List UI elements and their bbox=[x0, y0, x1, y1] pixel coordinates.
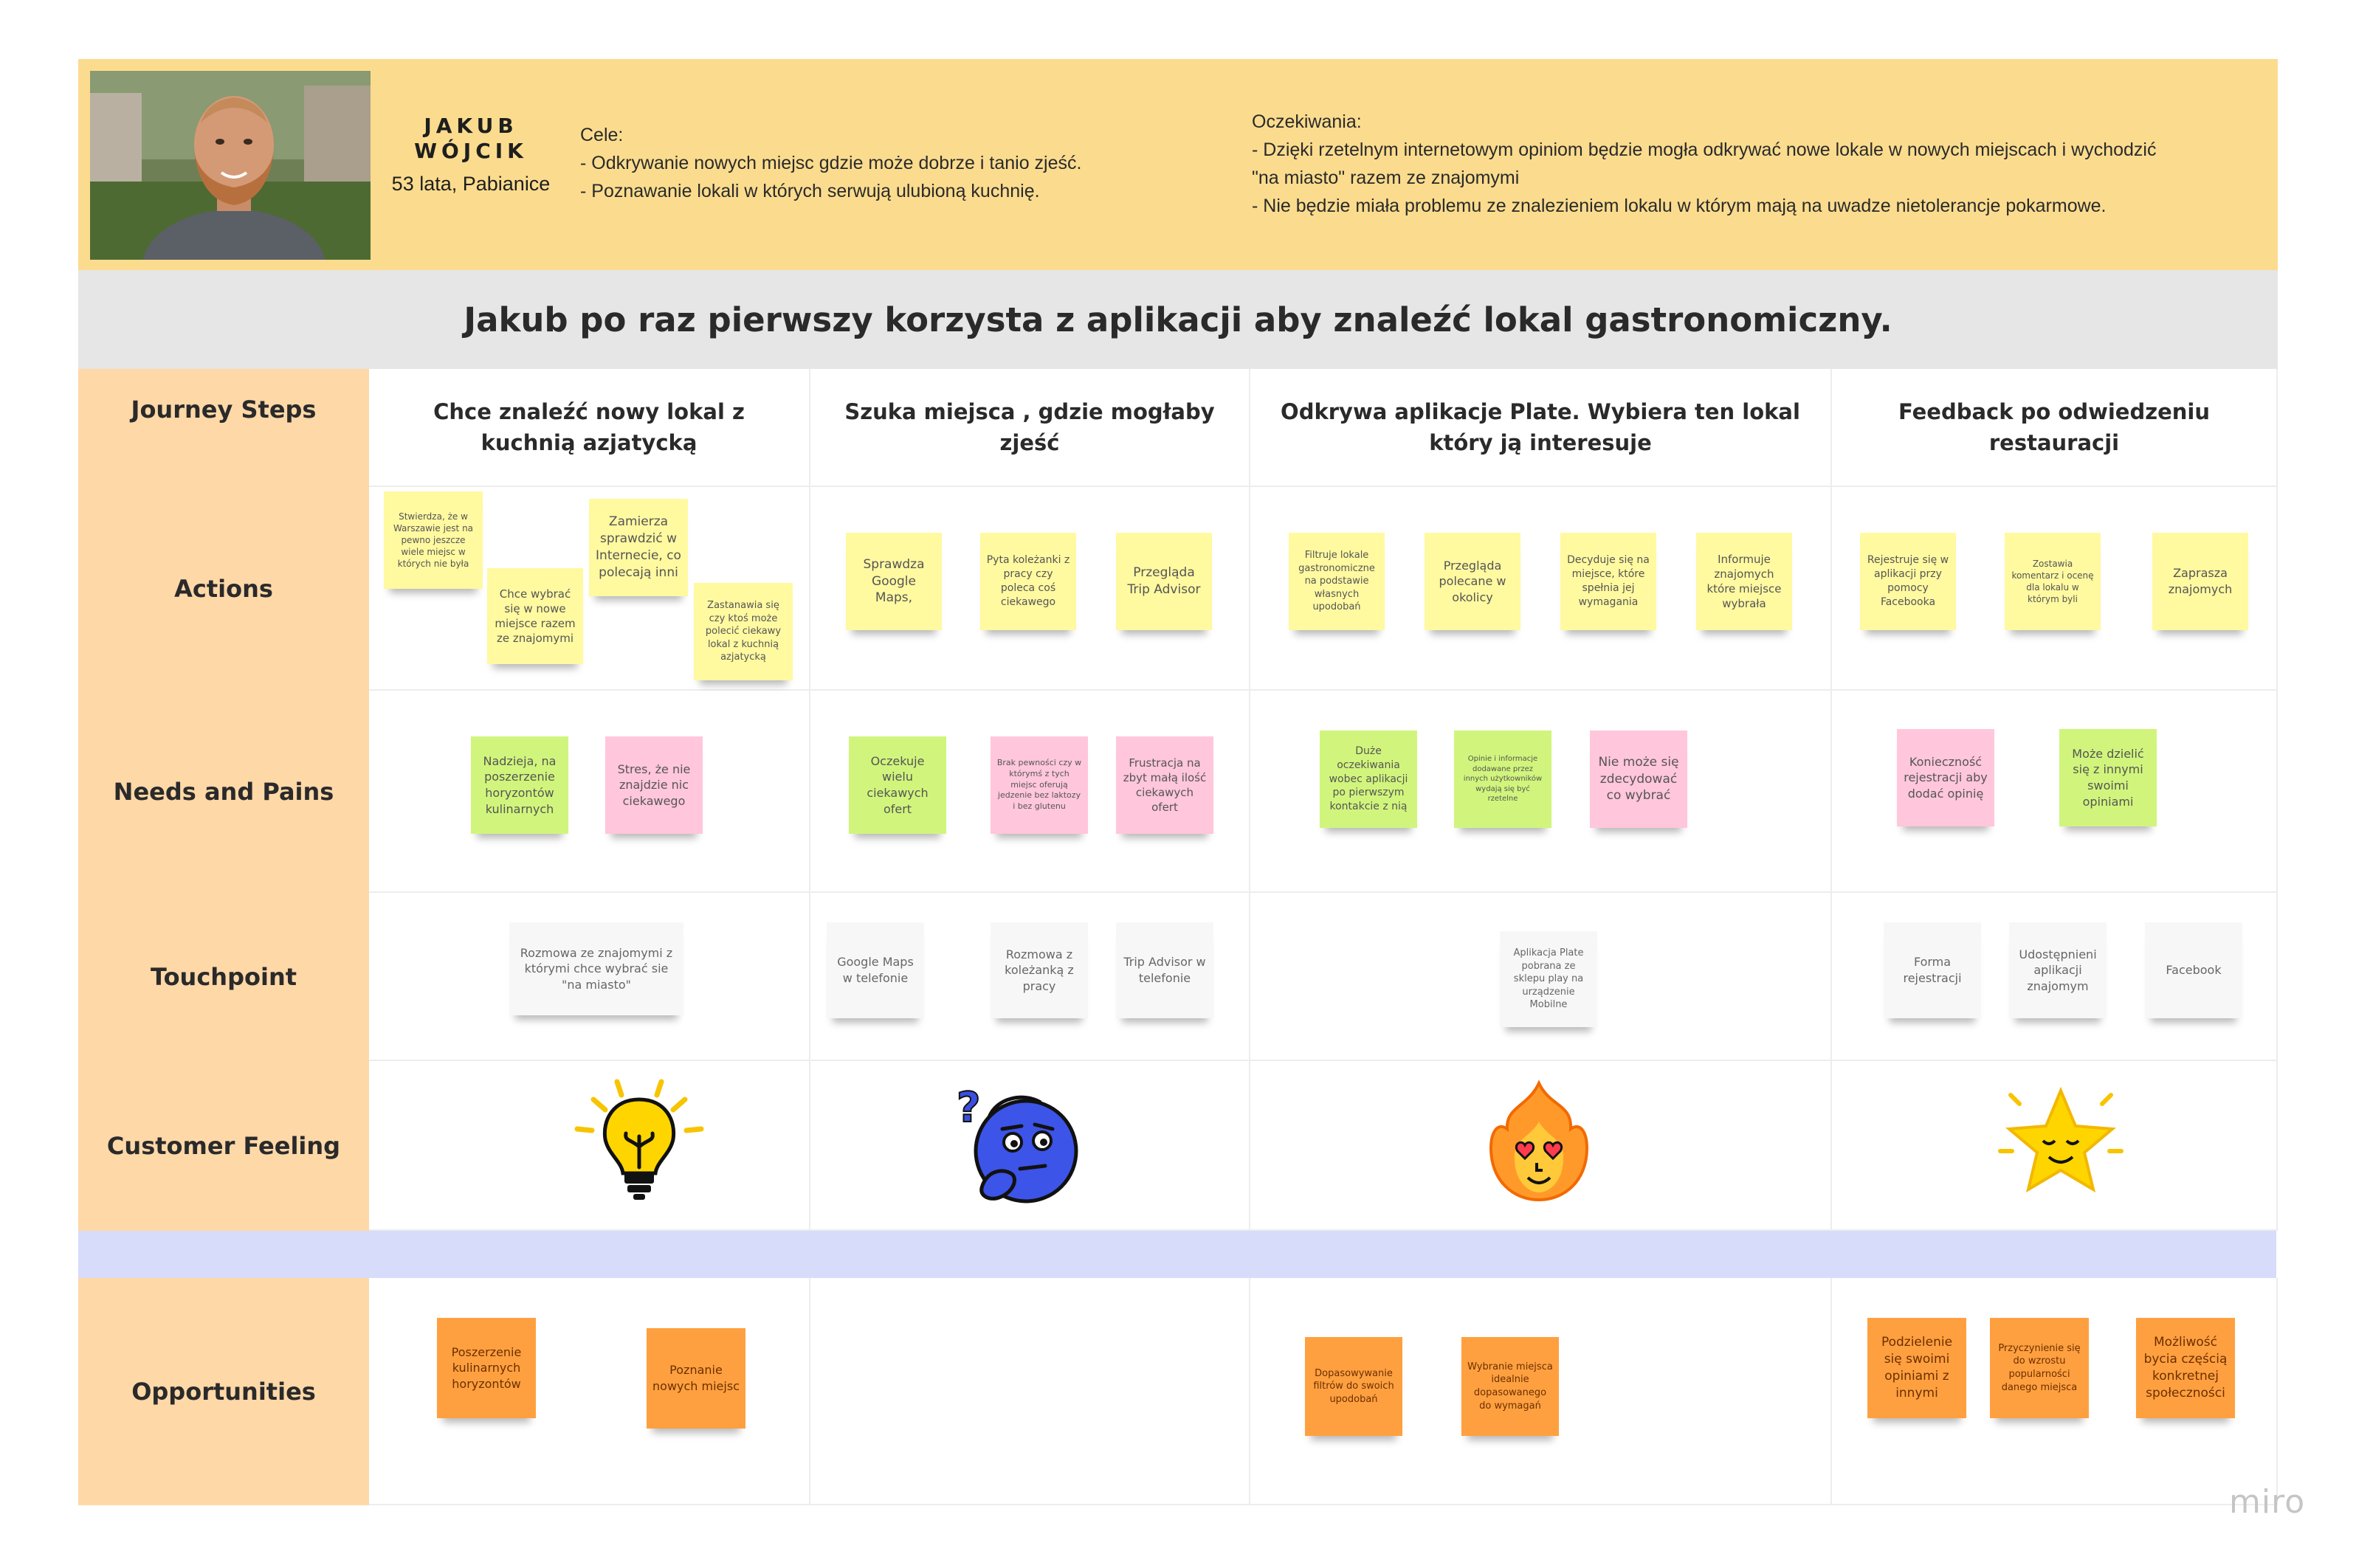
row-header-touchpoint: Touchpoint bbox=[78, 893, 369, 1061]
touchpoint-note[interactable]: Forma rejestracji bbox=[1884, 922, 1981, 1018]
persona-expectations: Oczekiwania: - Dzięki rzetelnym internet… bbox=[1252, 111, 2157, 216]
persona-photo bbox=[90, 71, 371, 260]
need-note[interactable]: Oczekuje wielu ciekawych ofert bbox=[849, 736, 946, 834]
persona-goals: Cele: - Odkrywanie nowych miejsc gdzie m… bbox=[580, 125, 1082, 201]
touchpoint-note[interactable]: Google Maps w telefonie bbox=[827, 922, 924, 1018]
persona-age-city: 53 lata, Pabianice bbox=[391, 173, 551, 195]
thinking-face-icon: ? bbox=[952, 1077, 1085, 1210]
lightbulb-icon bbox=[573, 1077, 706, 1210]
need-note[interactable]: Nadzieja, na poszerzenie horyzontów kuli… bbox=[471, 736, 568, 834]
separator-row-header bbox=[78, 1231, 369, 1278]
miro-logo: miro bbox=[2229, 1483, 2306, 1521]
row-header-customer-feeling: Customer Feeling bbox=[78, 1061, 369, 1231]
happy-star-icon bbox=[1994, 1077, 2127, 1210]
action-note[interactable]: Zamierza sprawdzić w Internecie, co pole… bbox=[589, 499, 688, 596]
pain-note[interactable]: Frustracja na zbyt małą ilość ciekawych … bbox=[1116, 736, 1213, 834]
step-3: Odkrywa aplikacje Plate. Wybiera ten lok… bbox=[1250, 369, 1832, 487]
opportunity-note[interactable]: Przyczynienie się do wzrostu popularnośc… bbox=[1990, 1318, 2089, 1418]
action-note[interactable]: Pyta koleżanki z pracy czy poleca coś ci… bbox=[980, 533, 1076, 630]
touchpoint-note[interactable]: Udostępnieni aplikacji znajomym bbox=[2009, 922, 2107, 1018]
action-note[interactable]: Rejestruje się w aplikacji przy pomocy F… bbox=[1860, 533, 1956, 630]
pain-note[interactable]: Konieczność rejestracji aby dodać opinię bbox=[1897, 729, 1994, 826]
action-note[interactable]: Decyduje się na miejsce, które spełnia j… bbox=[1560, 533, 1656, 630]
action-note[interactable]: Zastanawia się czy ktoś może polecić cie… bbox=[694, 583, 793, 680]
action-note[interactable]: Filtruje lokale gastronomiczne na podsta… bbox=[1289, 533, 1385, 630]
heart-eyes-fire-icon bbox=[1476, 1077, 1602, 1210]
cell-opps-2 bbox=[810, 1278, 1250, 1505]
journey-title: Jakub po raz pierwszy korzysta z aplikac… bbox=[464, 300, 1892, 339]
opportunity-note[interactable]: Dopasowywanie filtrów do swoich upodobań bbox=[1305, 1337, 1402, 1436]
action-note[interactable]: Zaprasza znajomych bbox=[2152, 533, 2248, 630]
touchpoint-note[interactable]: Facebook bbox=[2145, 922, 2242, 1018]
touchpoint-note[interactable]: Rozmowa ze znajomymi z którymi chce wybr… bbox=[509, 922, 683, 1015]
action-note[interactable]: Chce wybrać się w nowe miejsce razem ze … bbox=[487, 568, 583, 664]
step-1: Chce znaleźć nowy lokal z kuchnią azjaty… bbox=[369, 369, 810, 487]
touchpoint-note[interactable]: Trip Advisor w telefonie bbox=[1116, 922, 1213, 1018]
action-note[interactable]: Przegląda Trip Advisor bbox=[1116, 533, 1212, 630]
opportunity-note[interactable]: Podzielenie się swoimi opiniami z innymi bbox=[1867, 1318, 1966, 1418]
row-header-actions: Actions bbox=[78, 487, 369, 691]
opportunity-note[interactable]: Wybranie miejsca idealnie dopasowanego d… bbox=[1461, 1337, 1559, 1436]
title-bar: Jakub po raz pierwszy korzysta z aplikac… bbox=[78, 270, 2278, 369]
need-note[interactable]: Duże oczekiwania wobec aplikacji po pier… bbox=[1320, 731, 1417, 828]
row-header-journey-steps: Journey Steps bbox=[78, 369, 369, 487]
need-note[interactable]: Opinie i informacje dodawane przez innyc… bbox=[1454, 731, 1551, 828]
opportunity-note[interactable]: Poszerzenie kulinarnych horyzontów bbox=[437, 1318, 536, 1418]
action-note[interactable]: Informuje znajomych które miejsce wybrał… bbox=[1696, 533, 1792, 630]
action-note[interactable]: Przegląda polecane w okolicy bbox=[1425, 533, 1520, 630]
step-4: Feedback po odwiedzeniu restauracji bbox=[1832, 369, 2278, 487]
opportunity-note[interactable]: Poznanie nowych miejsc bbox=[647, 1328, 745, 1429]
cell-needs-1 bbox=[369, 691, 810, 893]
pain-note[interactable]: Brak pewności czy w którymś z tych miejs… bbox=[991, 736, 1088, 834]
step-2: Szuka miejsca , gdzie mogłaby zjeść bbox=[810, 369, 1250, 487]
persona-name: JAKUB WÓJCIK bbox=[414, 114, 528, 163]
action-note[interactable]: Zostawia komentarz i ocenę dla lokalu w … bbox=[2005, 533, 2101, 630]
action-note[interactable]: Stwierdza, że w Warszawie jest na pewno … bbox=[384, 491, 483, 589]
row-header-needs-pains: Needs and Pains bbox=[78, 691, 369, 893]
touchpoint-note[interactable]: Rozmowa z koleżanką z pracy bbox=[991, 922, 1088, 1018]
touchpoint-note[interactable]: Aplikacja Plate pobrana ze sklepu play n… bbox=[1500, 931, 1597, 1027]
separator-row bbox=[369, 1231, 2278, 1278]
opportunity-note[interactable]: Możliwość bycia częścią konkretnej społe… bbox=[2136, 1318, 2235, 1418]
row-header-opportunities: Opportunities bbox=[78, 1278, 369, 1505]
persona-header: JAKUB WÓJCIK 53 lata, Pabianice Cele: - … bbox=[78, 59, 2278, 270]
svg-text:?: ? bbox=[957, 1084, 980, 1132]
pain-note[interactable]: Nie może się zdecydować co wybrać bbox=[1590, 731, 1687, 828]
need-note[interactable]: Może dzielić się z innymi swoimi opiniam… bbox=[2059, 729, 2157, 826]
pain-note[interactable]: Stres, że nie znajdzie nic ciekawego bbox=[605, 736, 703, 834]
action-note[interactable]: Sprawdza Google Maps, bbox=[846, 533, 942, 630]
